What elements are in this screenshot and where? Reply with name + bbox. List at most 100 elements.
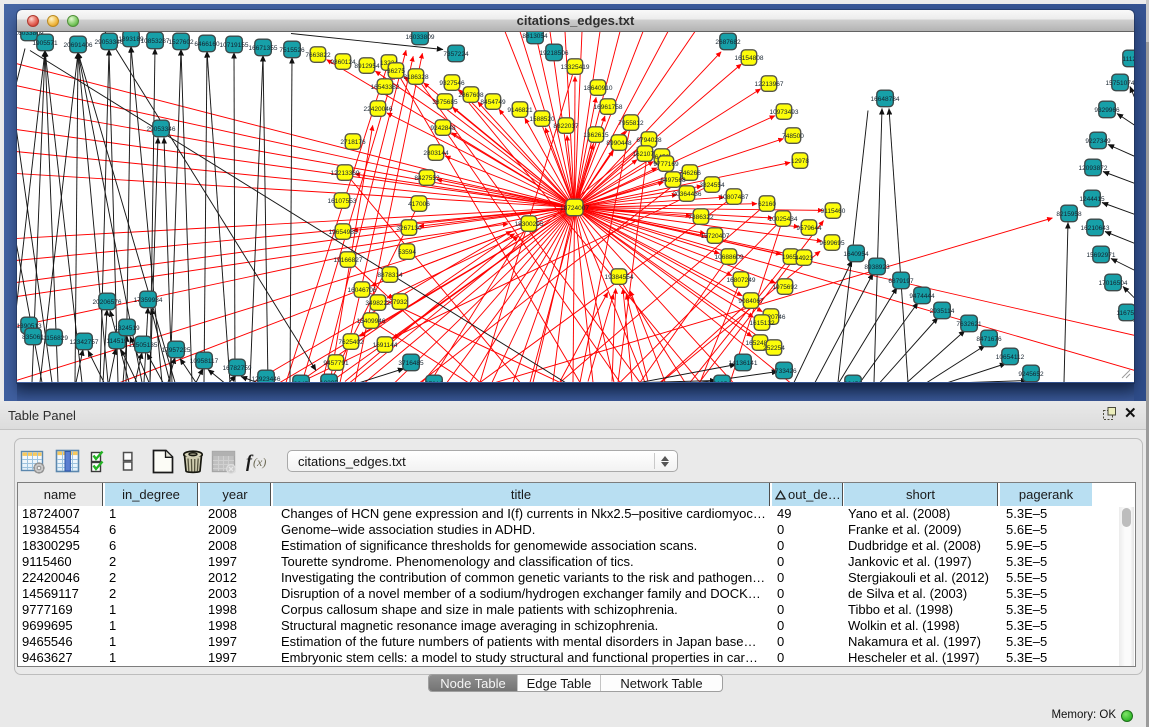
svg-text:1640954: 1640954 — [843, 250, 869, 257]
svg-text:9329966: 9329966 — [1094, 106, 1120, 113]
svg-text:17957225: 17957225 — [162, 346, 191, 353]
svg-text:8990448: 8990448 — [606, 139, 632, 146]
svg-text:417006: 417006 — [408, 200, 430, 207]
svg-text:12978: 12978 — [791, 157, 809, 164]
svg-text:1733426: 1733426 — [771, 367, 797, 374]
svg-text:16543382: 16543382 — [371, 83, 400, 90]
svg-text:10807487: 10807487 — [720, 193, 749, 200]
svg-text:9227349: 9227349 — [1085, 137, 1111, 144]
svg-text:16154808: 16154808 — [735, 54, 764, 61]
svg-text:81054: 81054 — [713, 380, 731, 381]
svg-text:8878314: 8878314 — [377, 271, 403, 278]
svg-text:8471676: 8471676 — [976, 335, 1002, 342]
svg-text:18724007: 18724007 — [560, 204, 589, 211]
svg-text:1527602: 1527602 — [168, 38, 194, 45]
svg-text:19218506: 19218506 — [540, 49, 569, 56]
svg-text:8454749: 8454749 — [480, 98, 506, 105]
svg-text:1975692: 1975692 — [772, 283, 798, 290]
svg-text:15751074: 15751074 — [1106, 79, 1134, 86]
svg-text:12213967: 12213967 — [755, 80, 784, 87]
svg-text:92450: 92450 — [844, 380, 862, 381]
svg-text:3267130: 3267130 — [396, 224, 422, 231]
svg-text:3716485: 3716485 — [398, 359, 424, 366]
svg-text:252254: 252254 — [763, 344, 785, 351]
svg-text:8215958: 8215958 — [1056, 210, 1082, 217]
svg-text:18205: 18205 — [320, 379, 338, 381]
svg-text:62160: 62160 — [758, 200, 776, 207]
svg-text:16782759: 16782759 — [223, 364, 252, 371]
svg-text:17016504: 17016504 — [1099, 279, 1128, 286]
svg-text:3824554: 3824554 — [699, 181, 725, 188]
svg-text:9699695: 9699695 — [819, 239, 845, 246]
svg-text:(x): (x) — [253, 455, 266, 469]
svg-text:7632621: 7632621 — [956, 320, 982, 327]
svg-text:114519: 114519 — [106, 337, 128, 344]
svg-text:1905571: 1905571 — [32, 39, 58, 46]
svg-text:7625402: 7625402 — [338, 338, 364, 345]
svg-text:9327546: 9327546 — [439, 79, 465, 86]
svg-text:9579644: 9579644 — [796, 224, 822, 231]
svg-text:10853287: 10853287 — [141, 37, 170, 44]
svg-text:19654985: 19654985 — [329, 228, 358, 235]
svg-text:9457791: 9457791 — [323, 359, 349, 366]
svg-text:10973493: 10973493 — [770, 108, 799, 115]
svg-text:16046706: 16046706 — [348, 286, 377, 293]
svg-text:15720407: 15720407 — [701, 232, 730, 239]
svg-text:16807249: 16807249 — [727, 276, 756, 283]
svg-text:19384554: 19384554 — [605, 273, 634, 280]
svg-text:2687682: 2687682 — [715, 38, 741, 45]
svg-text:1691144: 1691144 — [373, 341, 398, 348]
svg-text:8912954: 8912954 — [354, 62, 380, 69]
svg-text:9777169: 9777169 — [653, 160, 679, 167]
svg-text:29053346: 29053346 — [147, 125, 176, 132]
svg-text:10719155: 10719155 — [220, 41, 249, 48]
svg-text:16671355: 16671355 — [249, 44, 278, 51]
svg-text:20364436: 20364436 — [673, 190, 702, 197]
svg-text:746266: 746266 — [679, 169, 701, 176]
svg-text:6466160: 6466160 — [194, 40, 220, 47]
svg-text:1588520: 1588520 — [529, 115, 555, 122]
svg-text:7663822: 7663822 — [305, 51, 331, 58]
svg-text:2803144: 2803144 — [423, 149, 449, 156]
svg-text:15692971: 15692971 — [1087, 251, 1116, 258]
svg-text:2935114: 2935114 — [930, 307, 955, 314]
svg-text:7932: 7932 — [393, 298, 408, 305]
svg-text:1362615: 1362615 — [583, 131, 609, 138]
svg-text:12093872: 12093872 — [1079, 164, 1108, 171]
svg-text:16107553: 16107553 — [328, 197, 357, 204]
svg-text:2718176: 2718176 — [340, 138, 366, 145]
svg-text:10025434: 10025434 — [769, 215, 798, 222]
svg-text:1615132: 1615132 — [749, 319, 775, 326]
svg-text:18640910: 18640910 — [584, 84, 613, 91]
svg-text:8938923: 8938923 — [864, 263, 890, 270]
svg-text:3875685: 3875685 — [432, 98, 458, 105]
svg-text:8186328: 8186328 — [403, 73, 429, 80]
svg-text:44923: 44923 — [795, 254, 813, 261]
svg-text:16033809: 16033809 — [406, 33, 435, 40]
svg-text:7386322: 7386322 — [688, 213, 714, 220]
svg-text:17359934: 17359934 — [134, 296, 163, 303]
svg-text:6794028: 6794028 — [636, 136, 662, 143]
svg-text:9146821: 9146821 — [507, 106, 533, 113]
svg-text:7357224: 7357224 — [443, 50, 469, 57]
svg-text:15409946: 15409946 — [357, 317, 386, 324]
svg-text:53594: 53594 — [398, 248, 416, 255]
svg-text:10688609: 10688609 — [715, 253, 744, 260]
svg-text:18300295: 18300295 — [515, 220, 544, 227]
svg-text:12342757: 12342757 — [70, 338, 99, 345]
svg-text:22420046: 22420046 — [364, 105, 393, 112]
svg-text:14136141: 14136141 — [729, 359, 758, 366]
svg-text:1244415: 1244415 — [1079, 195, 1105, 202]
svg-text:9115460: 9115460 — [821, 207, 846, 214]
svg-text:13325419: 13325419 — [561, 63, 590, 70]
svg-text:3498222: 3498222 — [365, 299, 391, 306]
svg-text:6497568: 6497568 — [660, 176, 686, 183]
svg-text:116753: 116753 — [1116, 309, 1134, 316]
svg-text:8813054: 8813054 — [522, 32, 548, 39]
svg-text:11156829: 11156829 — [40, 334, 68, 341]
svg-text:12213369: 12213369 — [331, 169, 360, 176]
svg-text:2867608: 2867608 — [458, 91, 484, 98]
svg-text:8427552: 8427552 — [414, 174, 440, 181]
svg-text:9860124: 9860124 — [330, 58, 356, 65]
svg-text:12505135: 12505135 — [129, 341, 158, 348]
